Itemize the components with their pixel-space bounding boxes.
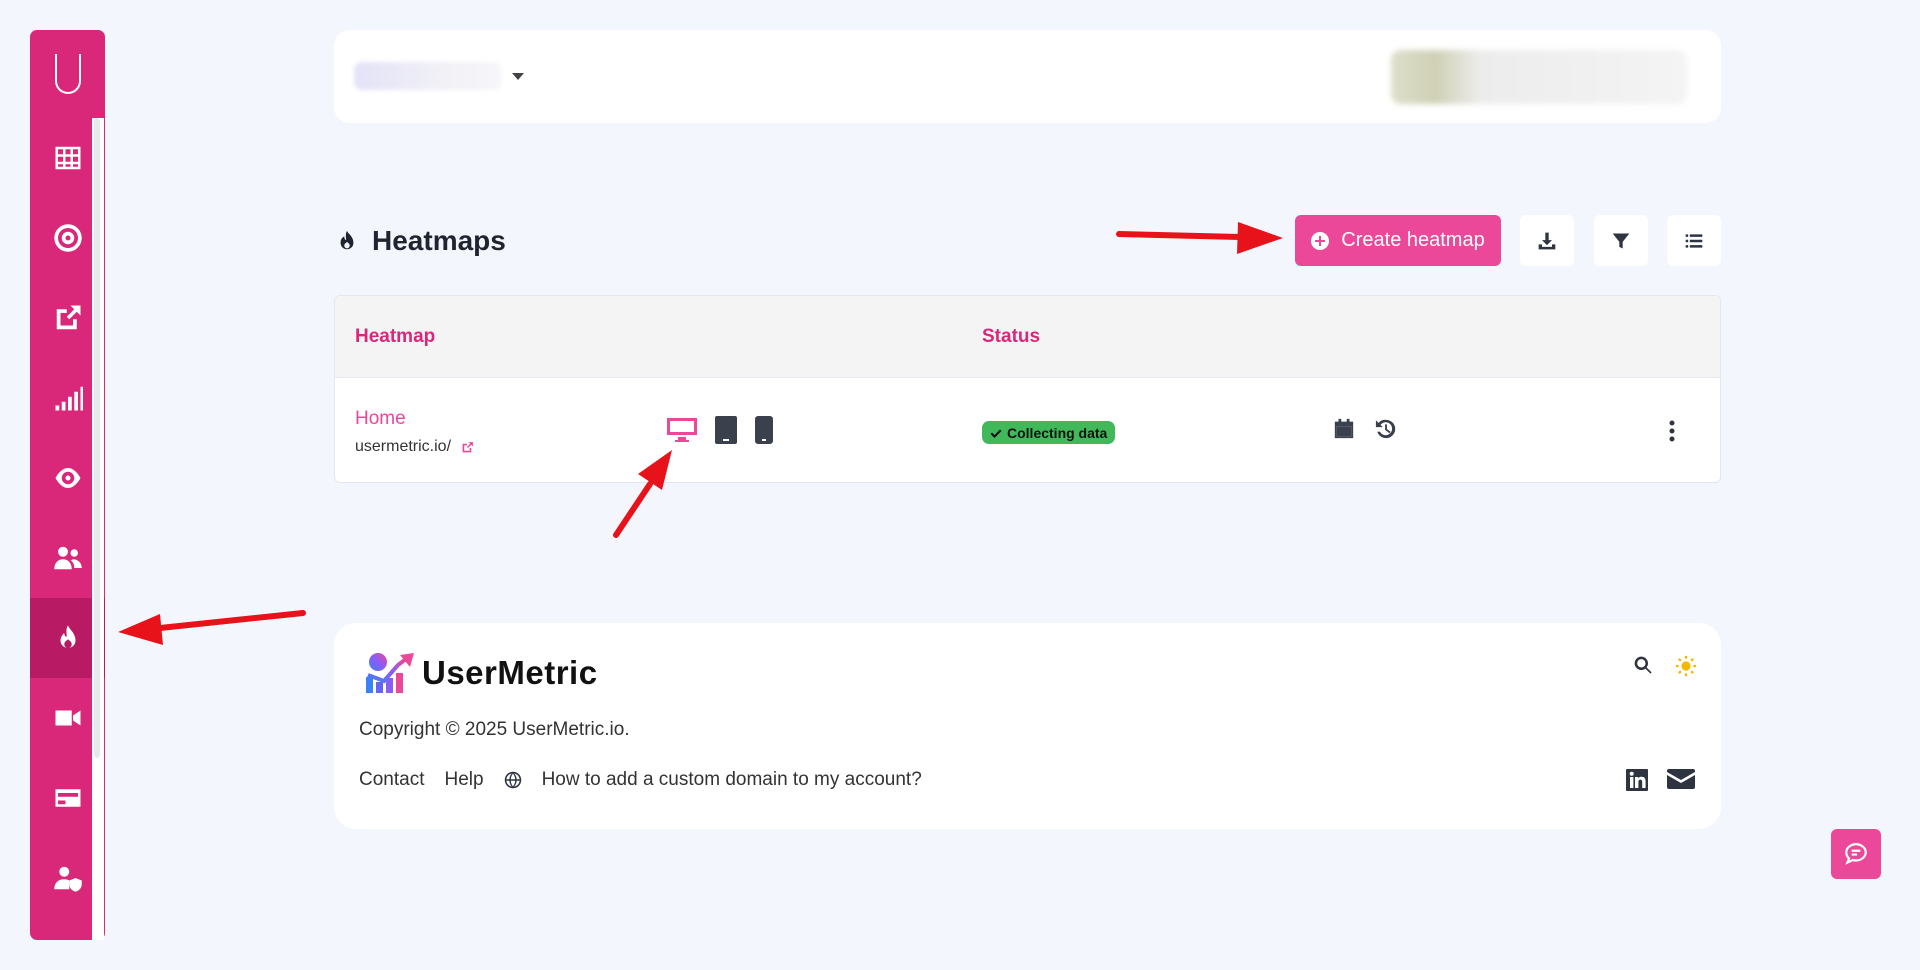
- linkedin-link[interactable]: [1625, 768, 1649, 792]
- copyright-text: Copyright © 2025 UserMetric.io.: [359, 719, 630, 740]
- footer-tools: [1633, 655, 1697, 677]
- search-icon: [1634, 656, 1652, 674]
- custom-domain-help-link[interactable]: How to add a custom domain to my account…: [542, 769, 922, 791]
- history-button[interactable]: [1375, 418, 1397, 440]
- page-title: Heatmaps: [336, 225, 506, 257]
- user-shield-icon: [53, 866, 82, 892]
- list-view-button[interactable]: [1667, 215, 1721, 266]
- plus-circle-icon: [1311, 231, 1330, 250]
- sidebar-scrollbar[interactable]: [94, 118, 100, 758]
- contact-link[interactable]: Contact: [359, 769, 424, 791]
- project-selector[interactable]: [354, 58, 524, 94]
- project-name-redacted: [354, 62, 502, 90]
- status-text: Collecting data: [1007, 424, 1108, 441]
- filter-button[interactable]: [1594, 215, 1648, 266]
- signal-bars-icon: [55, 386, 83, 411]
- caret-down-icon: [512, 72, 524, 80]
- usermetric-logo-icon: [366, 653, 414, 693]
- tablet-icon: [715, 416, 737, 444]
- page-title-text: Heatmaps: [372, 225, 506, 256]
- sun-icon: [1675, 655, 1697, 677]
- theme-toggle[interactable]: [1675, 655, 1697, 677]
- brand-name: UserMetric: [422, 654, 598, 691]
- arrow-to-heatmap-nav: [157, 610, 306, 631]
- dashboard-grid-icon: [55, 146, 80, 170]
- table-row: Home usermetric.io/ Collecting data: [335, 378, 1720, 482]
- heatmap-name-link[interactable]: Home: [355, 408, 406, 430]
- user-menu-redacted[interactable]: [1391, 50, 1687, 104]
- filter-icon: [1612, 233, 1630, 248]
- heatmap-url-text: usermetric.io/: [355, 438, 452, 455]
- tablet-device-button[interactable]: [715, 416, 737, 444]
- footer: UserMetric Copyright © 2025 UserMetric.i…: [334, 623, 1721, 829]
- desktop-device-button[interactable]: [667, 417, 697, 443]
- mobile-icon: [755, 416, 773, 444]
- arrow-to-desktop-icon: [613, 481, 653, 538]
- usermetric-logo-icon[interactable]: [30, 30, 105, 118]
- heatmap-flame-icon: [60, 625, 75, 648]
- brand[interactable]: UserMetric: [362, 651, 598, 695]
- flame-icon: [340, 230, 354, 250]
- search-button[interactable]: [1633, 655, 1653, 677]
- page-header: Heatmaps Create heatmap: [334, 213, 1721, 267]
- desktop-icon: [667, 418, 697, 442]
- footer-links: Contact Help How to add a custom domain …: [359, 769, 922, 791]
- history-icon: [1375, 419, 1396, 439]
- list-icon: [1685, 233, 1703, 248]
- create-heatmap-button[interactable]: Create heatmap: [1295, 215, 1501, 266]
- social-links: [1625, 768, 1695, 792]
- calendar-icon: [1334, 418, 1354, 439]
- download-button[interactable]: [1520, 215, 1574, 266]
- status-badge: Collecting data: [982, 421, 1116, 444]
- top-bar: [334, 30, 1721, 123]
- heatmaps-table: Heatmap Status Home usermetric.io/ Colle…: [334, 295, 1721, 483]
- chat-bubble-icon: [1845, 843, 1867, 865]
- goals-target-icon: [53, 224, 82, 252]
- help-link[interactable]: Help: [444, 769, 483, 791]
- eye-icon: [55, 468, 80, 488]
- users-icon: [53, 546, 82, 570]
- external-link-icon: [462, 441, 473, 452]
- column-status[interactable]: Status: [982, 326, 1040, 348]
- email-link[interactable]: [1667, 768, 1695, 792]
- kebab-menu-icon: [1669, 420, 1675, 442]
- linkedin-icon: [1626, 769, 1648, 791]
- globe-icon: [504, 771, 521, 789]
- external-link-icon: [56, 305, 80, 330]
- mobile-device-button[interactable]: [755, 416, 773, 444]
- table-header: Heatmap Status: [335, 296, 1720, 378]
- row-more-button[interactable]: [1669, 420, 1675, 447]
- schedule-button[interactable]: [1333, 418, 1355, 440]
- chat-support-button[interactable]: [1831, 829, 1881, 879]
- download-icon: [1538, 232, 1556, 249]
- video-camera-icon: [55, 710, 80, 726]
- envelope-icon: [1667, 769, 1695, 789]
- check-icon: [990, 429, 1002, 438]
- heatmap-url[interactable]: usermetric.io/: [355, 438, 474, 456]
- billing-card-icon: [55, 789, 80, 807]
- arrow-to-heatmap-nav-head: [118, 614, 163, 645]
- row-actions: [1333, 418, 1397, 440]
- create-heatmap-label: Create heatmap: [1341, 229, 1485, 251]
- device-selector: [667, 416, 773, 444]
- column-heatmap[interactable]: Heatmap: [355, 326, 435, 348]
